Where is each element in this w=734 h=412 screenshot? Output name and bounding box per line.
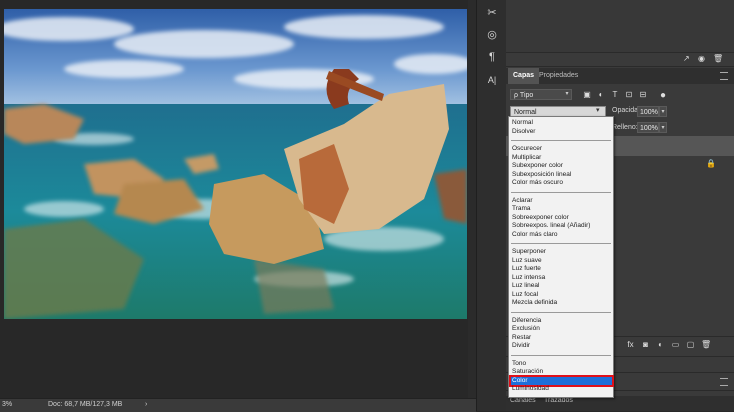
blend-option-color[interactable]: Color bbox=[509, 374, 614, 387]
blend-option-luz-lineal[interactable]: Luz lineal bbox=[511, 282, 612, 290]
blend-option-luz-fuerte[interactable]: Luz fuerte bbox=[511, 265, 612, 273]
blend-option-color-más-oscuro[interactable]: Color más oscuro bbox=[511, 179, 612, 187]
canvas-scrollbar[interactable] bbox=[468, 0, 476, 398]
blend-option-color-más-claro[interactable]: Color más claro bbox=[511, 231, 612, 239]
blend-option-aclarar[interactable]: Aclarar bbox=[511, 197, 612, 205]
fill-input[interactable]: 100% bbox=[637, 122, 659, 133]
smart-object-filter-icon[interactable]: ⊟ bbox=[638, 90, 648, 100]
dropdown-separator bbox=[511, 354, 611, 356]
blend-mode-dropdown: Normal Disolver Oscurecer Multiplicar Subexp… bbox=[508, 116, 614, 398]
blend-option-tono[interactable]: Tono bbox=[511, 360, 612, 368]
opacity-input[interactable]: 100% bbox=[637, 106, 659, 117]
blend-option-multiplicar[interactable]: Multiplicar bbox=[511, 154, 612, 162]
blend-option-luz-intensa[interactable]: Luz intensa bbox=[511, 274, 612, 282]
camera-icon[interactable]: ◉ bbox=[698, 54, 707, 63]
blend-option-saturación[interactable]: Saturación bbox=[511, 368, 612, 376]
tab-propiedades[interactable]: Propiedades bbox=[534, 68, 583, 84]
character-icon[interactable]: A| bbox=[483, 71, 501, 89]
filter-row: ρ Tipo ▾ ▣ ◐ T ⊡ ⊟ ● bbox=[506, 86, 734, 104]
document-image[interactable] bbox=[4, 9, 467, 319]
blend-option-sobreexpos-lineal-añadir-[interactable]: Sobreexpos. lineal (Añadir) bbox=[511, 222, 612, 230]
blend-option-normal[interactable]: Normal bbox=[511, 119, 612, 127]
paragraph-icon[interactable]: ¶ bbox=[483, 48, 501, 66]
canvas-workspace bbox=[0, 0, 476, 398]
panel-menu-icon[interactable] bbox=[720, 72, 728, 80]
blend-option-restar[interactable]: Restar bbox=[511, 334, 612, 342]
panel-menu-icon[interactable] bbox=[720, 378, 728, 386]
blend-option-oscurecer[interactable]: Oscurecer bbox=[511, 145, 612, 153]
dropdown-separator bbox=[511, 243, 611, 244]
trash-icon[interactable]: 🗑 bbox=[713, 54, 723, 63]
dropdown-separator bbox=[511, 191, 611, 193]
fill-chevron-icon[interactable]: ▾ bbox=[659, 122, 667, 133]
zoom-level[interactable]: 3% bbox=[2, 401, 12, 408]
lock-icon: 🔒 bbox=[706, 159, 716, 168]
panel-header-area bbox=[506, 0, 734, 52]
opacity-chevron-icon[interactable]: ▾ bbox=[659, 106, 667, 117]
panel-tabs: Capas Propiedades bbox=[506, 68, 734, 84]
blend-option-disolver[interactable]: Disolver bbox=[511, 128, 612, 136]
blend-option-luz-suave[interactable]: Luz suave bbox=[511, 257, 612, 265]
adjustment-icon[interactable]: ◐ bbox=[656, 340, 665, 349]
chevron-down-icon: ▾ bbox=[596, 107, 600, 114]
status-bar: 3% Doc: 68,7 MB/127,3 MB › bbox=[0, 398, 476, 412]
tab-canales[interactable]: Canales bbox=[510, 397, 536, 404]
blend-option-sobreexponer-color[interactable]: Sobreexponer color bbox=[511, 214, 612, 222]
blend-option-dividir[interactable]: Dividir bbox=[511, 342, 612, 350]
pixel-filter-icon[interactable]: ▣ bbox=[582, 90, 592, 100]
filter-toggle-icon[interactable]: ● bbox=[658, 90, 668, 101]
chevron-down-icon: ▾ bbox=[565, 91, 569, 97]
circle-icon[interactable]: ◎ bbox=[483, 25, 501, 43]
fx-icon[interactable]: fx bbox=[626, 340, 635, 349]
mask-icon[interactable]: ◙ bbox=[641, 340, 650, 349]
blend-option-superponer[interactable]: Superponer bbox=[511, 248, 612, 256]
dropdown-separator bbox=[511, 140, 611, 141]
type-filter-icon[interactable]: T bbox=[610, 90, 620, 100]
layer-actions: fx ◙ ◐ ▭ ▢ 🗑 bbox=[626, 340, 711, 349]
new-layer-icon[interactable]: ▢ bbox=[686, 340, 695, 349]
doc-info: Doc: 68,7 MB/127,3 MB bbox=[48, 401, 123, 408]
blend-option-luz-focal[interactable]: Luz focal bbox=[511, 291, 612, 299]
tab-trazados[interactable]: Trazados bbox=[544, 397, 573, 404]
blend-option-subexposición-lineal[interactable]: Subexposición lineal bbox=[511, 171, 612, 179]
share-icon[interactable]: ↗ bbox=[683, 54, 692, 63]
scissors-icon[interactable]: ✂ bbox=[483, 3, 501, 21]
blend-option-mezcla-definida[interactable]: Mezcla definida bbox=[511, 299, 612, 307]
dropdown-separator bbox=[511, 311, 611, 313]
top-icon-row: ↗ ◉ 🗑 bbox=[683, 54, 723, 63]
adjustment-filter-icon[interactable]: ◐ bbox=[596, 90, 606, 100]
folder-icon[interactable]: ▭ bbox=[671, 340, 680, 349]
panel-tool-strip: ✂ ◎ ¶ A| bbox=[476, 0, 508, 411]
delete-layer-icon[interactable]: 🗑 bbox=[701, 340, 711, 349]
blend-option-exclusión[interactable]: Exclusión bbox=[511, 325, 612, 333]
photo-seascape bbox=[4, 9, 467, 319]
blend-option-diferencia[interactable]: Diferencia bbox=[511, 317, 612, 325]
status-arrow-button[interactable]: › bbox=[145, 401, 147, 408]
blend-option-subexponer-color[interactable]: Subexponer color bbox=[511, 162, 612, 170]
blend-option-luminosidad[interactable]: Luminosidad bbox=[511, 385, 612, 393]
fill-label: Relleno: bbox=[612, 124, 638, 131]
blend-option-trama[interactable]: Trama bbox=[511, 205, 612, 213]
shape-filter-icon[interactable]: ⊡ bbox=[624, 90, 634, 100]
lower-tabs: Canales Trazados bbox=[506, 396, 734, 411]
